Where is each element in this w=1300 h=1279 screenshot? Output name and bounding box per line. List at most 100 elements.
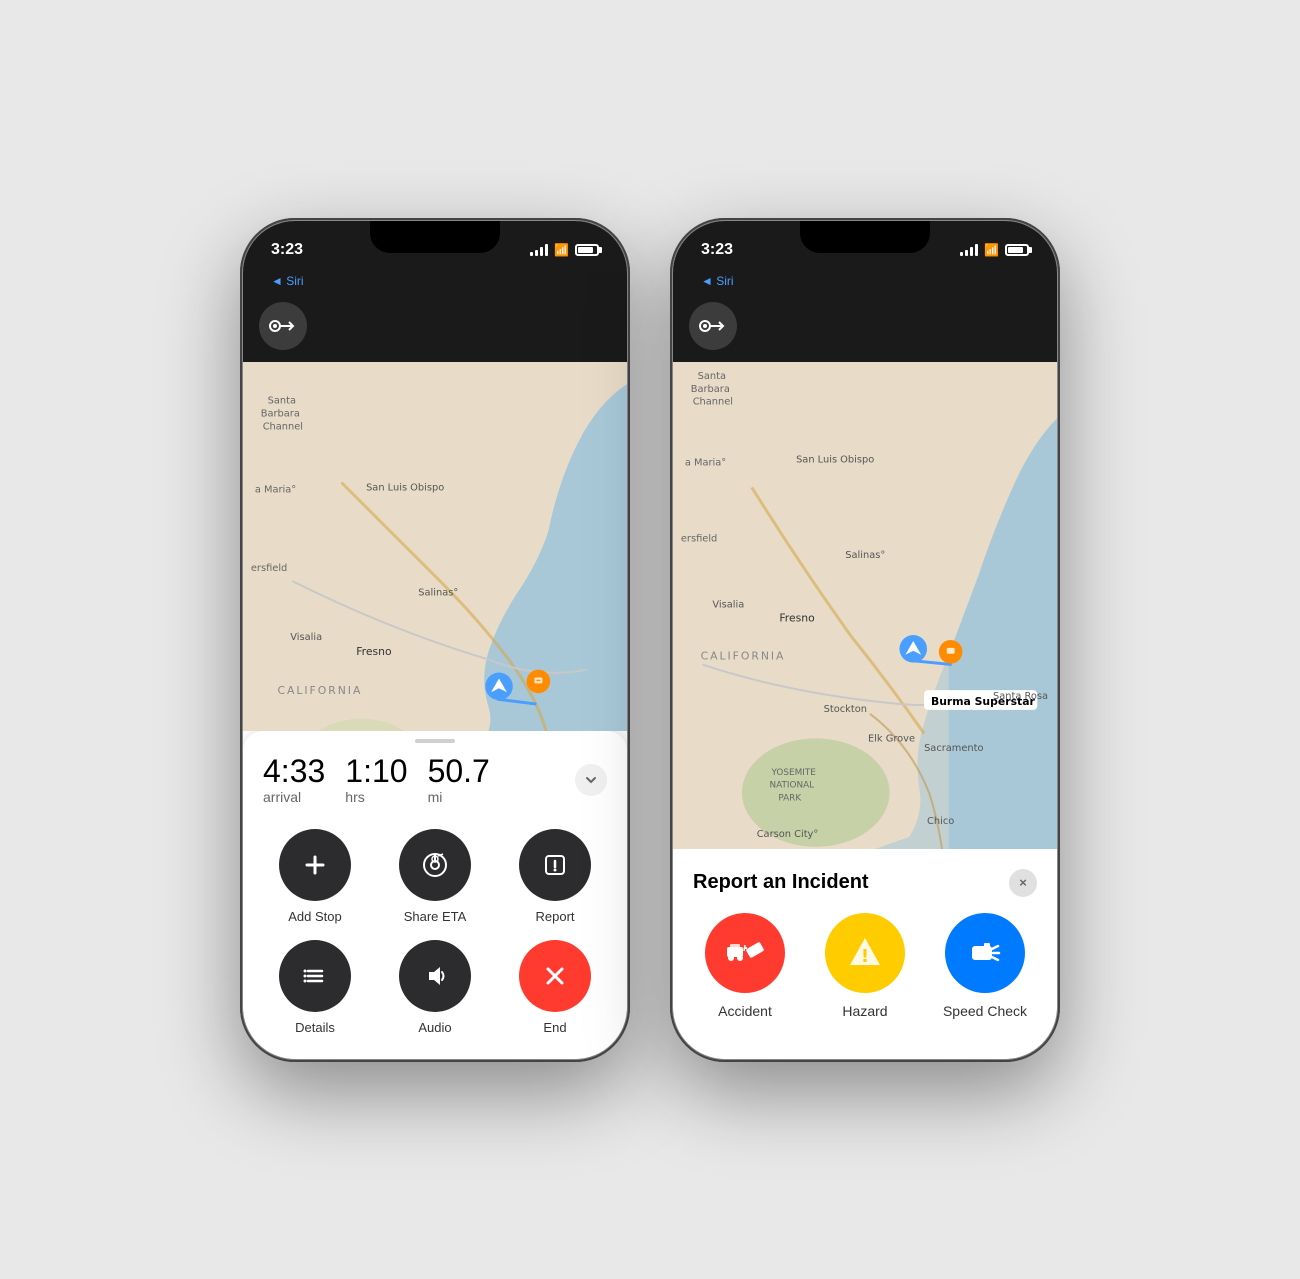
hazard-icon: ! (842, 930, 888, 976)
report-header: Report an Incident × (673, 849, 1057, 913)
incident-grid: Accident ! Hazard (673, 913, 1057, 1035)
svg-text:Sacramento: Sacramento (924, 743, 983, 754)
svg-text:a Maria°: a Maria° (255, 484, 296, 495)
details-icon (301, 962, 329, 990)
battery-icon-1 (575, 244, 599, 256)
signal-bar-2 (535, 250, 538, 256)
eta-chevron[interactable] (575, 764, 607, 796)
map-svg-1: Burma Superstar Santa Barbara Channel a … (243, 362, 627, 731)
phones-container: 3:23 📶 (240, 218, 1060, 1062)
siri-bar-2: ◄ Siri (673, 271, 1057, 294)
svg-text:Barbara: Barbara (261, 408, 300, 419)
eta-duration: 1:10 hrs (345, 755, 407, 805)
nav-button-1[interactable] (259, 302, 307, 350)
share-eta-icon (421, 851, 449, 879)
report-button[interactable] (519, 829, 591, 901)
svg-text:Elk Grove: Elk Grove (868, 733, 915, 744)
signal-bars-1 (530, 244, 548, 256)
close-button[interactable]: × (1009, 869, 1037, 897)
add-stop-button[interactable] (279, 829, 351, 901)
accident-button[interactable] (705, 913, 785, 993)
status-time-1: 3:23 (271, 241, 303, 259)
audio-button[interactable] (399, 940, 471, 1012)
battery-icon-2 (1005, 244, 1029, 256)
status-icons-1: 📶 (530, 243, 599, 257)
map-svg-2: Burma Superstar Santa Barbara Channel a … (673, 362, 1057, 849)
add-stop-label: Add Stop (288, 909, 342, 924)
svg-text:Stockton: Stockton (824, 703, 867, 714)
action-share-eta: Share ETA (383, 829, 487, 924)
action-audio: Audio (383, 940, 487, 1035)
chevron-down-icon (584, 773, 598, 787)
phone-1: 3:23 📶 (240, 218, 630, 1062)
signal-bar-8 (975, 244, 978, 256)
svg-text:Channel: Channel (263, 421, 303, 432)
eta-distance: 50.7 mi (428, 755, 490, 805)
svg-text:San Luis Obispo: San Luis Obispo (796, 454, 874, 465)
nav-header-2 (673, 294, 1057, 362)
notch-1 (370, 221, 500, 253)
action-grid: Add Stop (243, 821, 627, 1059)
report-title: Report an Incident (693, 871, 869, 894)
battery-fill-1 (578, 247, 593, 253)
end-label: End (543, 1020, 566, 1035)
signal-bar-4 (545, 244, 548, 256)
audio-label: Audio (418, 1020, 451, 1035)
action-end: End (503, 940, 607, 1035)
share-eta-button[interactable] (399, 829, 471, 901)
svg-text:Barbara: Barbara (691, 383, 730, 394)
svg-text:PARK: PARK (778, 793, 801, 803)
nav-button-2[interactable] (689, 302, 737, 350)
audio-icon (421, 962, 449, 990)
report-panel: Report an Incident × (673, 849, 1057, 1059)
svg-text:Santa: Santa (268, 395, 296, 406)
eta-arrival-label: arrival (263, 789, 325, 805)
close-icon: × (1019, 875, 1027, 890)
incident-accident: Accident (693, 913, 797, 1019)
siri-bar-1: ◄ Siri (243, 271, 627, 294)
nav-arrow-icon-2 (699, 316, 727, 336)
signal-bars-2 (960, 244, 978, 256)
eta-distance-value: 50.7 (428, 755, 490, 787)
drag-handle-1 (415, 739, 455, 743)
report-label: Report (535, 909, 574, 924)
wifi-icon-1: 📶 (554, 243, 569, 257)
signal-bar-1 (530, 252, 533, 256)
status-time-2: 3:23 (701, 241, 733, 259)
signal-bar-7 (970, 247, 973, 256)
speed-check-button[interactable] (945, 913, 1025, 993)
battery-fill-2 (1008, 247, 1023, 253)
svg-text:ersfield: ersfield (681, 533, 717, 544)
eta-distance-label: mi (428, 789, 490, 805)
svg-text:San Luis Obispo: San Luis Obispo (366, 482, 444, 493)
eta-row: 4:33 arrival 1:10 hrs 50.7 mi (243, 755, 627, 821)
eta-arrival: 4:33 arrival (263, 755, 325, 805)
incident-speed-check: Speed Check (933, 913, 1037, 1019)
share-eta-label: Share ETA (404, 909, 467, 924)
svg-text:YOSEMITE: YOSEMITE (770, 767, 816, 777)
end-icon (541, 962, 569, 990)
svg-text:ersfield: ersfield (251, 563, 287, 574)
details-button[interactable] (279, 940, 351, 1012)
plus-icon (301, 851, 329, 879)
svg-text:NATIONAL: NATIONAL (769, 780, 814, 790)
svg-text:Santa Rosa: Santa Rosa (568, 730, 623, 731)
hazard-button[interactable]: ! (825, 913, 905, 993)
end-button[interactable] (519, 940, 591, 1012)
action-report: Report (503, 829, 607, 924)
svg-text:Carson City°: Carson City° (757, 828, 819, 839)
eta-arrival-value: 4:33 (263, 755, 325, 787)
action-add-stop: Add Stop (263, 829, 367, 924)
signal-bar-3 (540, 247, 543, 256)
svg-text:Salinas°: Salinas° (845, 550, 885, 561)
svg-text:Fresno: Fresno (779, 611, 815, 624)
hazard-label: Hazard (842, 1003, 887, 1019)
svg-text:CALIFORNIA: CALIFORNIA (701, 649, 786, 662)
svg-text:Santa Rosa: Santa Rosa (993, 691, 1048, 702)
signal-bar-5 (960, 252, 963, 256)
nav-arrow-icon-1 (269, 316, 297, 336)
bottom-panel-1: 4:33 arrival 1:10 hrs 50.7 mi (243, 731, 627, 1059)
eta-duration-value: 1:10 (345, 755, 407, 787)
incident-hazard: ! Hazard (813, 913, 917, 1019)
wifi-icon-2: 📶 (984, 243, 999, 257)
